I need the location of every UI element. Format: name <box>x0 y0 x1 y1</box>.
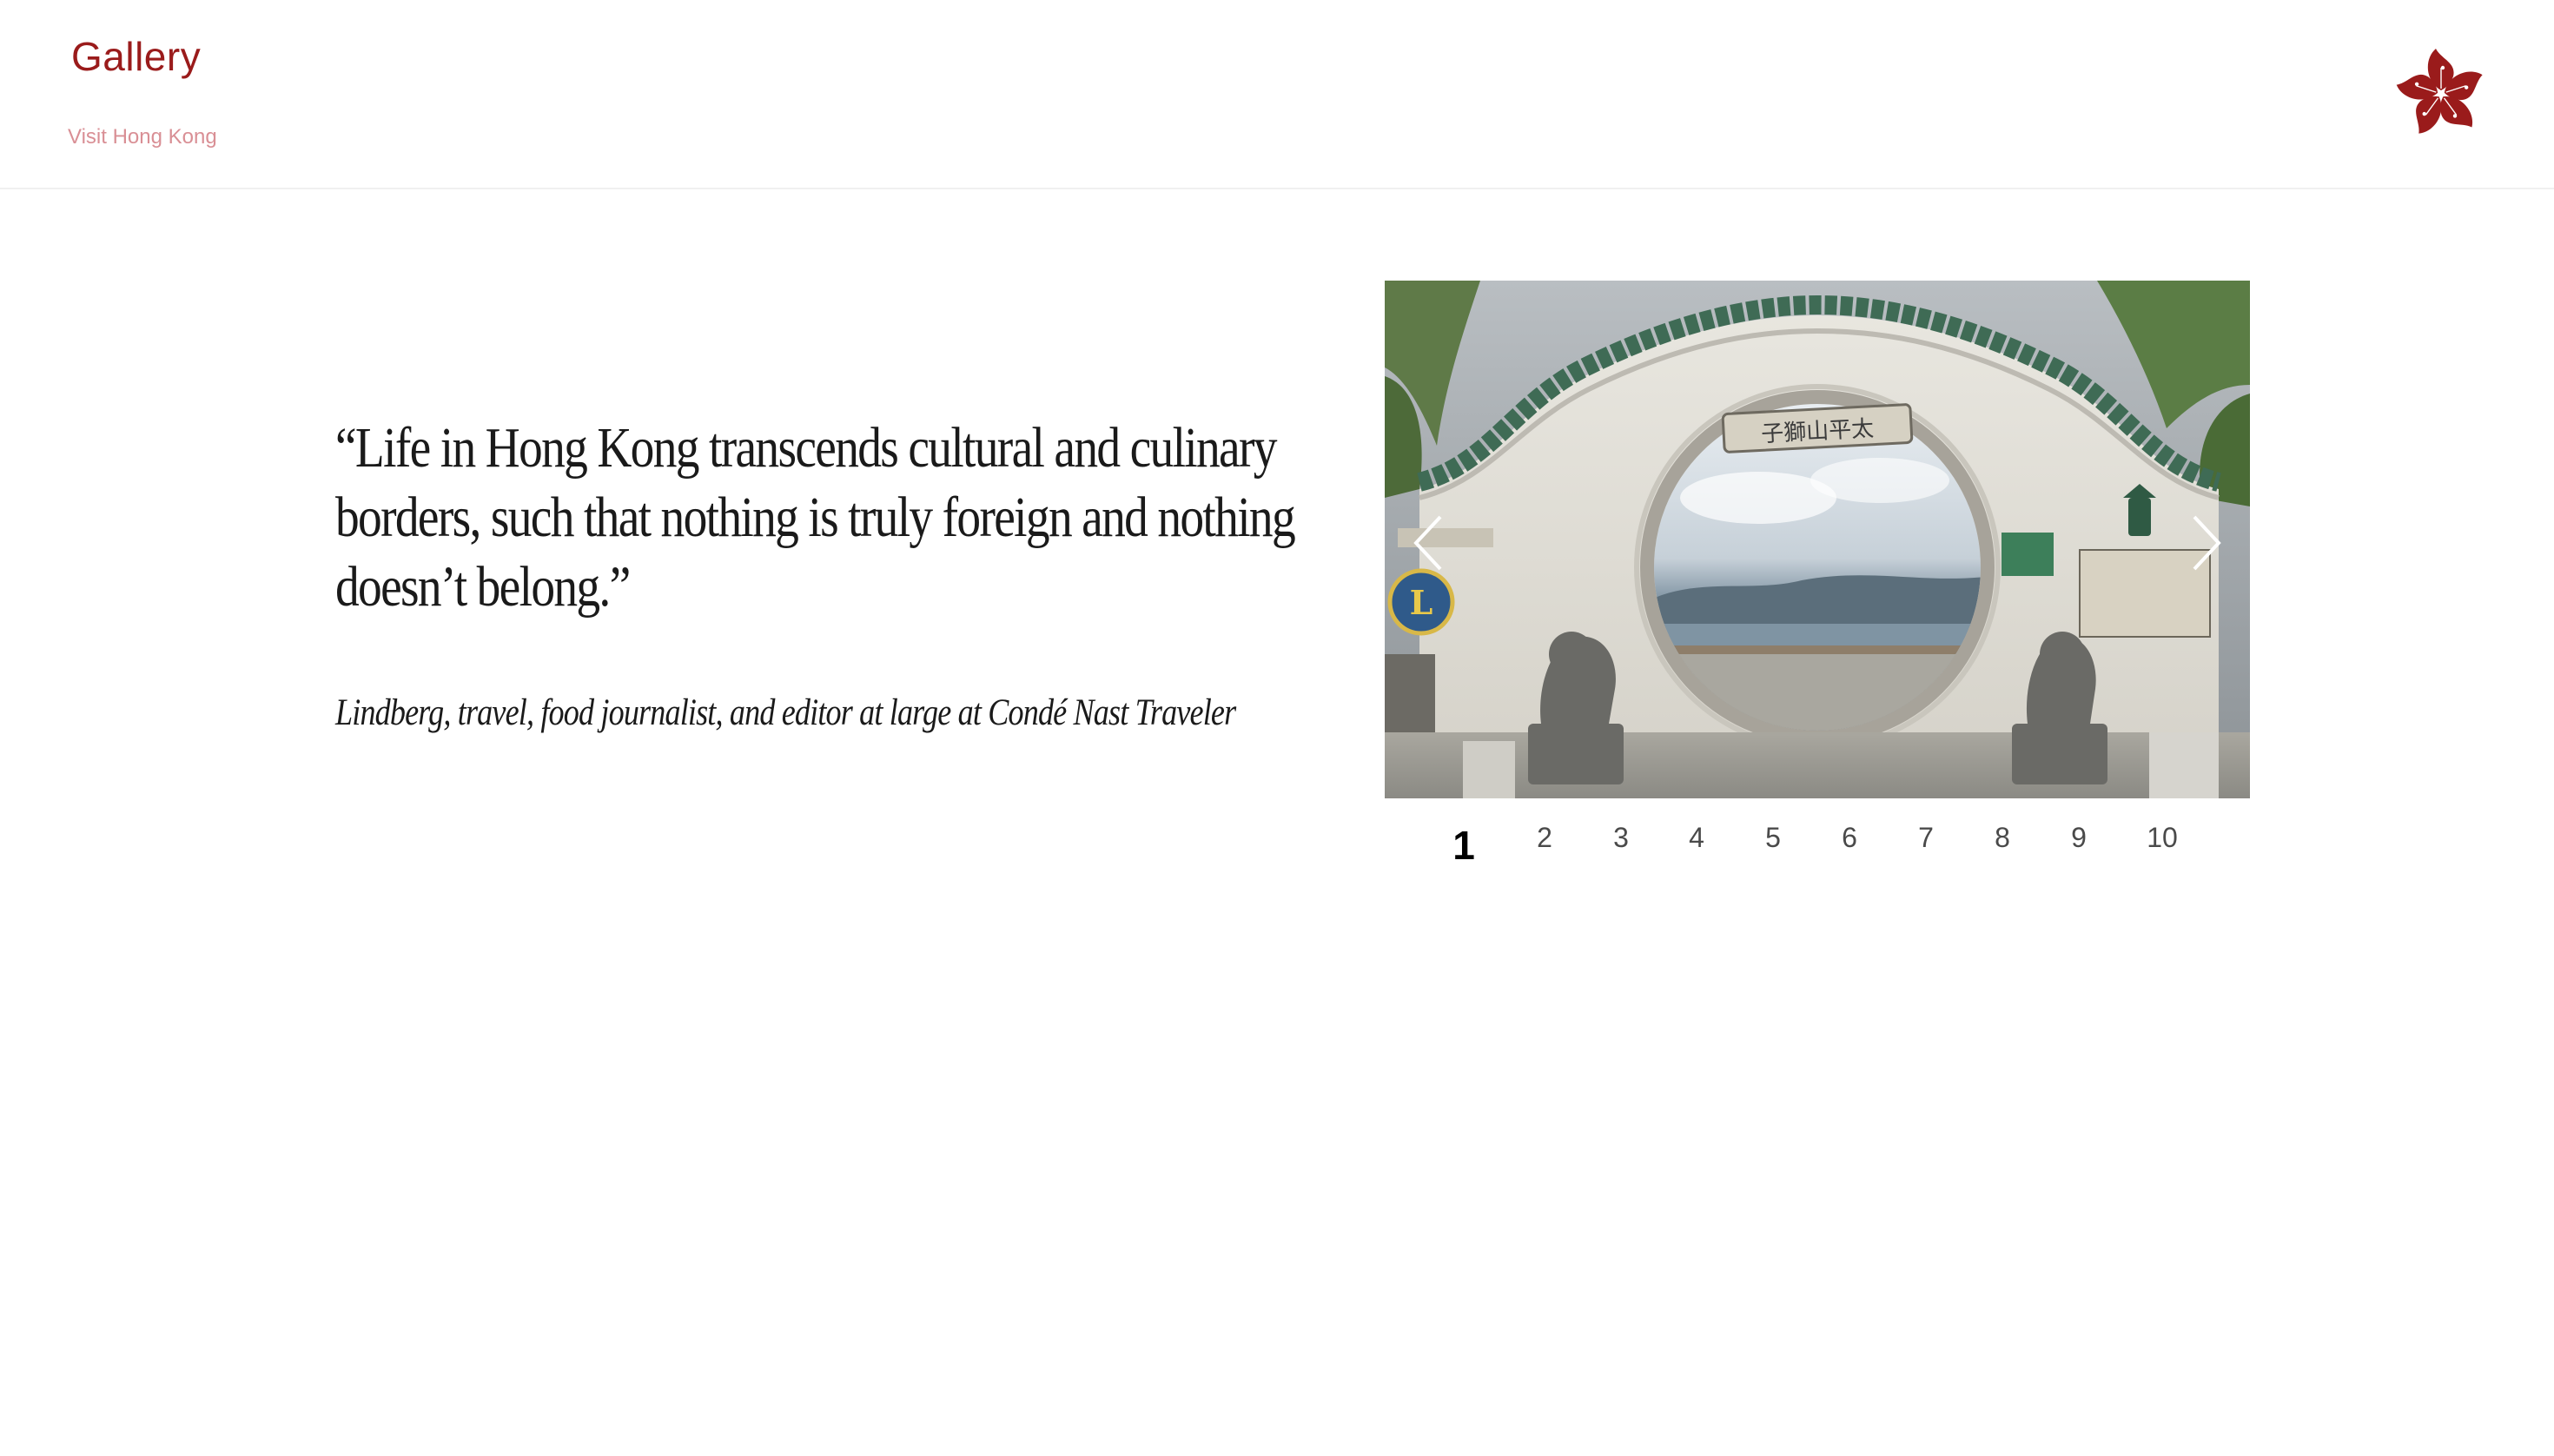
page-4-link[interactable]: 4 <box>1671 822 1723 854</box>
page-5-link[interactable]: 5 <box>1747 822 1799 854</box>
page-9-link[interactable]: 9 <box>2053 822 2105 854</box>
carousel-pagination: 1 2 3 4 5 6 7 8 9 10 <box>1385 817 2250 877</box>
page-2-link[interactable]: 2 <box>1519 822 1571 854</box>
page-10-link[interactable]: 10 <box>2136 822 2188 854</box>
quote-block: “Life in Hong Kong transcends cultural a… <box>335 414 1308 733</box>
page-8-link[interactable]: 8 <box>1976 822 2028 854</box>
page-1-link[interactable]: 1 <box>1438 822 1490 869</box>
bauhinia-flower-icon[interactable] <box>2394 47 2488 141</box>
quote-attribution: Lindberg, travel, food journalist, and e… <box>335 692 1236 733</box>
page-7-link[interactable]: 7 <box>1900 822 1952 854</box>
moon-gate-photo: 子獅山平太 L <box>1385 281 2250 798</box>
chevron-left-icon[interactable] <box>1404 508 1456 578</box>
svg-text:L: L <box>1410 583 1433 622</box>
chevron-right-icon[interactable] <box>2179 508 2231 578</box>
site-title[interactable]: Gallery <box>71 33 201 80</box>
quote-text: “Life in Hong Kong transcends cultural a… <box>335 416 1296 619</box>
site-header: Gallery Visit Hong Kong <box>0 0 2554 189</box>
page-3-link[interactable]: 3 <box>1595 822 1647 854</box>
image-carousel[interactable]: 子獅山平太 L <box>1385 281 2250 798</box>
site-subtitle-link[interactable]: Visit Hong Kong <box>68 125 217 149</box>
page-6-link[interactable]: 6 <box>1823 822 1876 854</box>
info-sign <box>2002 533 2054 576</box>
